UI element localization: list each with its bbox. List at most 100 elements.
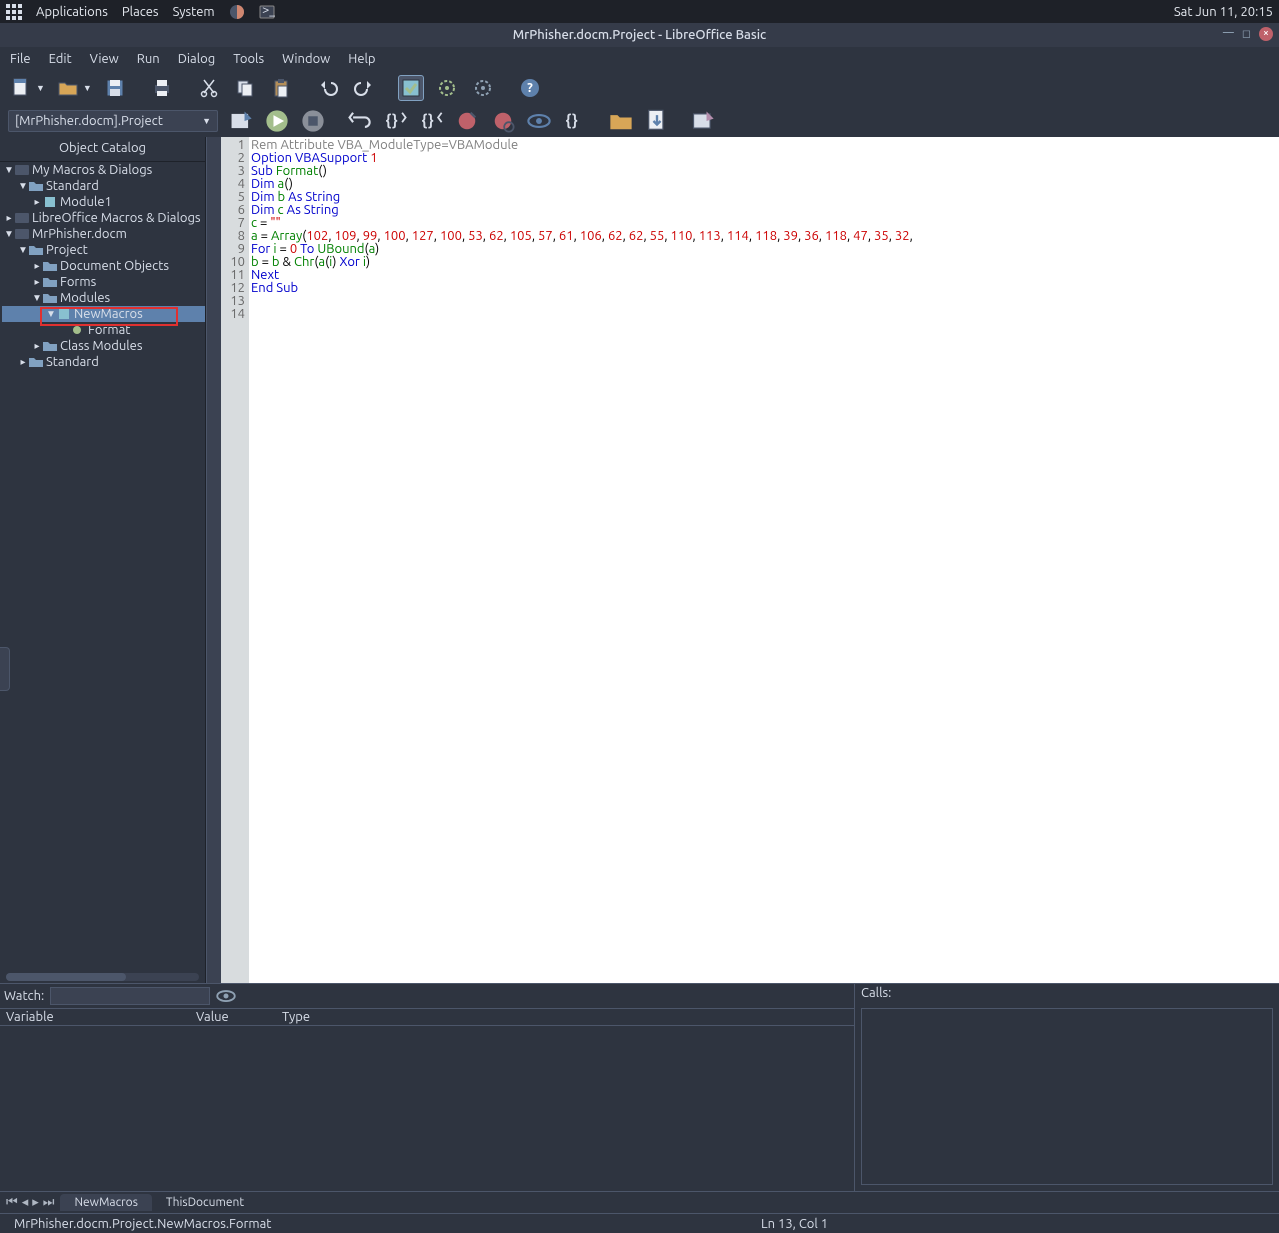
apps-grid-icon[interactable]: [6, 4, 22, 20]
watch-input[interactable]: [50, 987, 210, 1005]
watch-col-variable[interactable]: Variable: [0, 1009, 190, 1025]
select-macro-icon[interactable]: [434, 75, 460, 101]
sidebar-hscroll[interactable]: [6, 973, 199, 981]
tab-nav-prev-icon[interactable]: ◂: [22, 1195, 29, 1210]
dropdown-caret-icon[interactable]: ▼: [83, 83, 92, 93]
breakpoint-strip[interactable]: [207, 137, 221, 983]
window-title: MrPhisher.docm.Project - LibreOffice Bas…: [513, 28, 766, 42]
topbar-system[interactable]: System: [173, 5, 215, 19]
menu-run[interactable]: Run: [137, 52, 160, 66]
print-icon[interactable]: [149, 75, 175, 101]
step-into-icon[interactable]: {}: [382, 108, 408, 134]
tree-project[interactable]: ▼Project: [2, 242, 205, 258]
topbar-applications[interactable]: Applications: [36, 5, 108, 19]
tree-class-modules[interactable]: ▸Class Modules: [2, 338, 205, 354]
redo-icon[interactable]: [351, 75, 377, 101]
import-dialog-icon[interactable]: [690, 108, 716, 134]
compile-icon[interactable]: [228, 108, 254, 134]
menu-view[interactable]: View: [90, 52, 119, 66]
tree-format[interactable]: Format: [2, 322, 205, 338]
run-icon[interactable]: [264, 108, 290, 134]
svg-text:{}: {}: [422, 112, 434, 129]
svg-text:{}: {}: [566, 112, 578, 129]
insert-source-icon[interactable]: [608, 108, 634, 134]
tree-doc[interactable]: ▼MrPhisher.docm: [2, 226, 205, 242]
menu-file[interactable]: File: [10, 52, 31, 66]
window-minimize-button[interactable]: —: [1223, 27, 1234, 41]
open-icon[interactable]: [55, 75, 81, 101]
module-tabstrip: ⏮ ◂ ▸ ⏭ NewMacros ThisDocument: [0, 1191, 1279, 1213]
debug-toolbar: [MrPhisher.docm].Project ▼ {} {} {}: [0, 105, 1279, 137]
tree-forms[interactable]: ▸Forms: [2, 274, 205, 290]
watch-col-type[interactable]: Type: [276, 1009, 316, 1025]
new-doc-icon[interactable]: [8, 75, 34, 101]
step-out-icon[interactable]: {}: [418, 108, 444, 134]
code-content[interactable]: Rem Attribute VBA_ModuleType=VBAModuleOp…: [249, 137, 1279, 983]
undo-icon[interactable]: [315, 75, 341, 101]
editor-column: 1234567891011121314 Rem Attribute VBA_Mo…: [206, 137, 1279, 983]
library-selector[interactable]: [MrPhisher.docm].Project ▼: [8, 110, 218, 132]
code-editor[interactable]: 1234567891011121314 Rem Attribute VBA_Mo…: [206, 137, 1279, 983]
watch-add-icon[interactable]: [526, 108, 552, 134]
breakpoint-manage-icon[interactable]: [490, 108, 516, 134]
tab-nav-next-icon[interactable]: ▸: [32, 1195, 39, 1210]
tree-modules[interactable]: ▼Modules: [2, 290, 205, 306]
main-toolbar: ▼ ▼ ?: [0, 71, 1279, 105]
tree-newmacros[interactable]: ▼NewMacros: [2, 306, 205, 322]
object-catalog-panel: Object Catalog ▼My Macros & Dialogs ▼Sta…: [0, 137, 206, 983]
module-manager-icon[interactable]: [470, 75, 496, 101]
watch-remove-icon[interactable]: [216, 986, 236, 1006]
calls-panel: Calls:: [855, 984, 1279, 1191]
tab-nav-last-icon[interactable]: ⏭: [43, 1195, 55, 1210]
menubar: File Edit View Run Dialog Tools Window H…: [0, 47, 1279, 71]
save-source-icon[interactable]: [644, 108, 670, 134]
menu-window[interactable]: Window: [282, 52, 330, 66]
help-icon[interactable]: ?: [517, 75, 543, 101]
calls-body[interactable]: [861, 1008, 1273, 1185]
watch-columns-header: Variable Value Type: [0, 1008, 854, 1026]
tree-standard[interactable]: ▼Standard: [2, 178, 205, 194]
tree-document-objects[interactable]: ▸Document Objects: [2, 258, 205, 274]
calls-label: Calls:: [855, 984, 1279, 1008]
menu-tools[interactable]: Tools: [233, 52, 264, 66]
bottom-panels: Watch: Variable Value Type Calls:: [0, 983, 1279, 1191]
watch-body[interactable]: [0, 1026, 854, 1191]
statusbar: MrPhisher.docm.Project.NewMacros.Format …: [0, 1213, 1279, 1233]
tree-standard2[interactable]: ▸Standard: [2, 354, 205, 370]
braces-icon[interactable]: {}: [562, 108, 588, 134]
firefox-icon[interactable]: [229, 4, 245, 20]
stop-icon[interactable]: [300, 108, 326, 134]
watch-label: Watch:: [4, 989, 44, 1003]
copy-icon[interactable]: [232, 75, 258, 101]
dropdown-caret-icon[interactable]: ▼: [36, 83, 45, 93]
menu-edit[interactable]: Edit: [49, 52, 72, 66]
paste-icon[interactable]: [268, 75, 294, 101]
tab-thisdocument[interactable]: ThisDocument: [152, 1194, 258, 1211]
menu-dialog[interactable]: Dialog: [178, 52, 216, 66]
status-position: Ln 13, Col 1: [753, 1217, 1273, 1231]
topbar-clock[interactable]: Sat Jun 11, 20:15: [1174, 5, 1273, 19]
breakpoint-toggle-icon[interactable]: [454, 108, 480, 134]
cut-icon[interactable]: [196, 75, 222, 101]
tree-module1[interactable]: ▸Module1: [2, 194, 205, 210]
chevron-down-icon: ▼: [202, 116, 211, 126]
object-catalog-title: Object Catalog: [0, 137, 205, 161]
tab-nav-first-icon[interactable]: ⏮: [6, 1195, 18, 1210]
tree-my-macros[interactable]: ▼My Macros & Dialogs: [2, 162, 205, 178]
terminal-icon[interactable]: >_: [259, 4, 275, 20]
status-path: MrPhisher.docm.Project.NewMacros.Format: [6, 1217, 279, 1231]
svg-text:{}: {}: [386, 112, 398, 129]
topbar-places[interactable]: Places: [122, 5, 159, 19]
tree-lo-macros[interactable]: ▸LibreOffice Macros & Dialogs: [2, 210, 205, 226]
tab-newmacros[interactable]: NewMacros: [60, 1194, 151, 1211]
save-icon[interactable]: [102, 75, 128, 101]
watch-col-value[interactable]: Value: [190, 1009, 276, 1025]
svg-text:?: ?: [527, 81, 533, 95]
window-close-button[interactable]: ×: [1259, 27, 1273, 41]
menu-help[interactable]: Help: [348, 52, 375, 66]
os-topbar: Applications Places System >_ Sat Jun 11…: [0, 0, 1279, 23]
window-maximize-button[interactable]: ◻: [1242, 27, 1251, 41]
object-tree[interactable]: ▼My Macros & Dialogs ▼Standard ▸Module1 …: [0, 161, 205, 973]
object-catalog-toggle-icon[interactable]: [398, 75, 424, 101]
step-over-icon[interactable]: [346, 108, 372, 134]
